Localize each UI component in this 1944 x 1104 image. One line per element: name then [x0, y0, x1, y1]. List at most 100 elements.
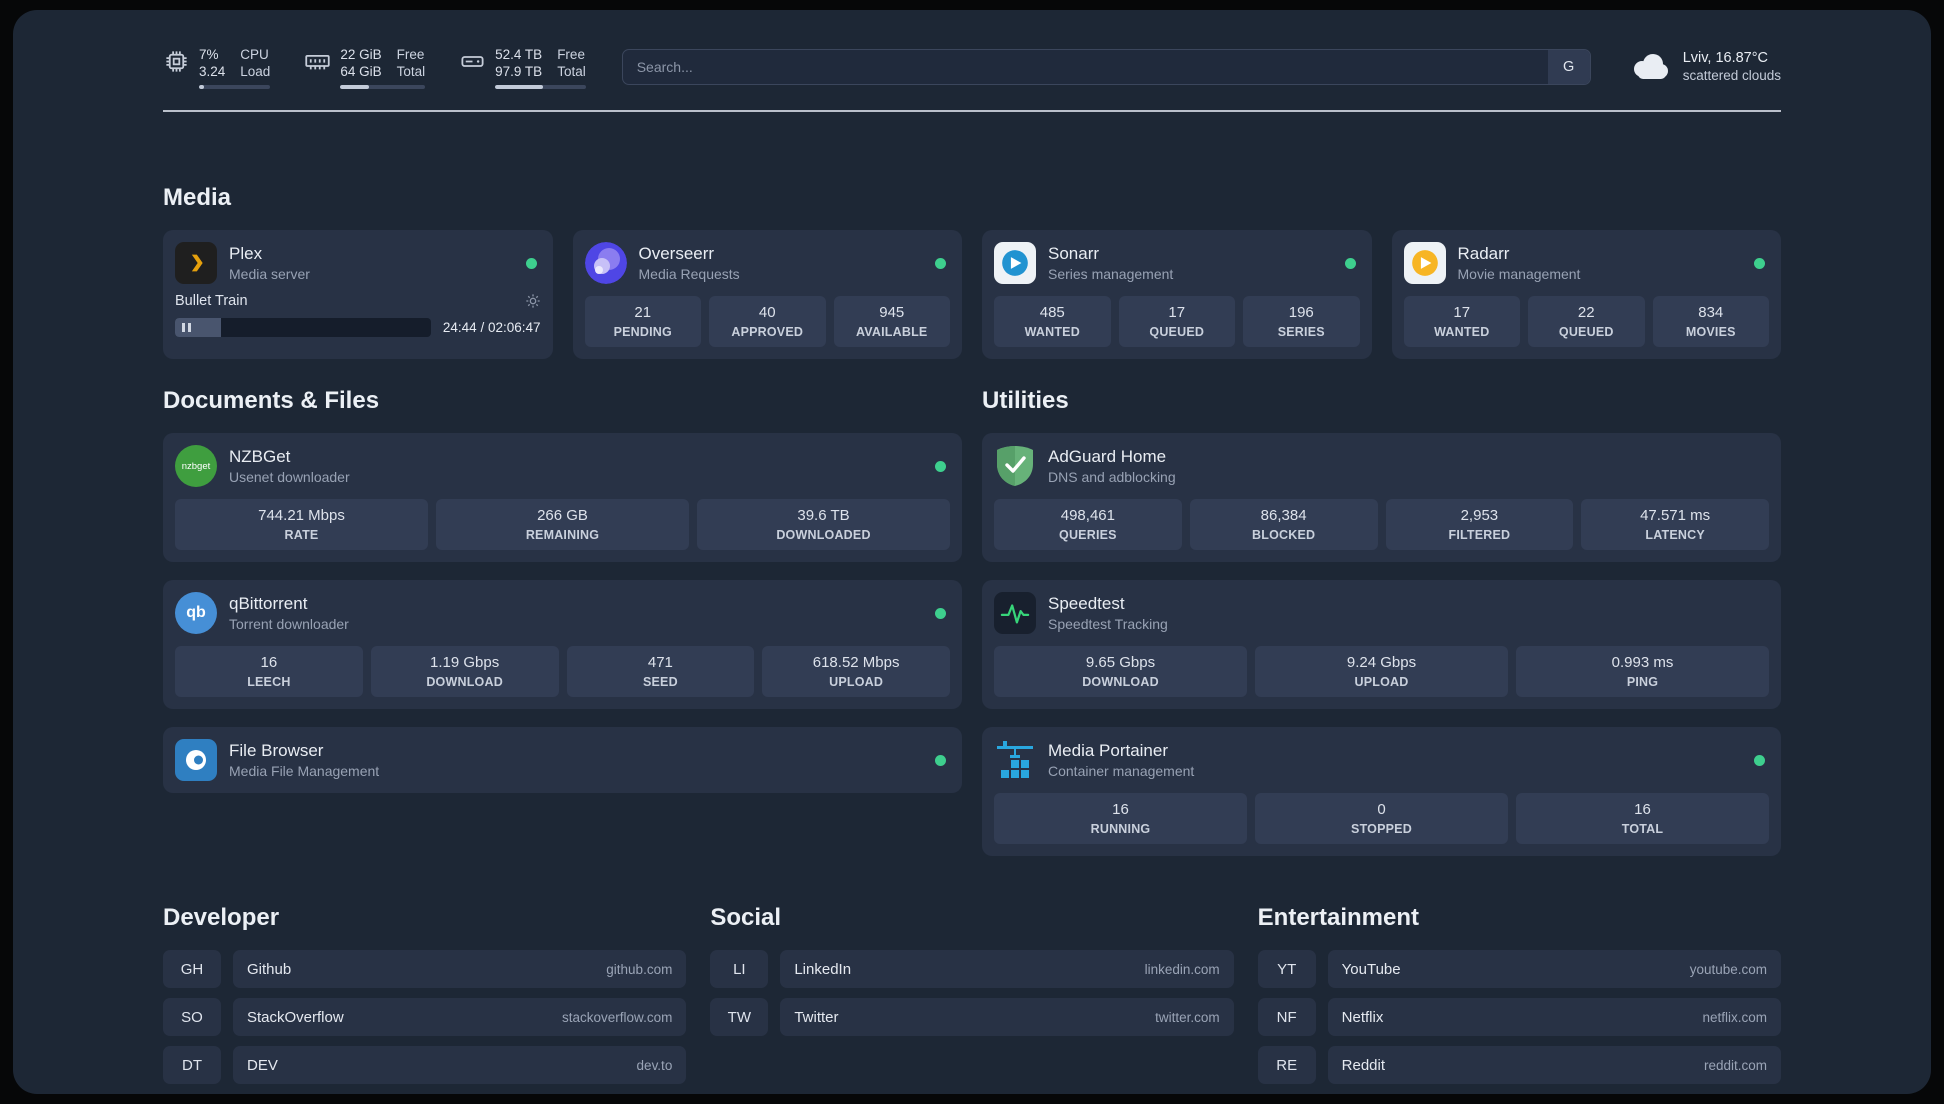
gear-icon[interactable]: [525, 293, 541, 309]
bookmark-stackoverflow[interactable]: SO StackOverflow stackoverflow.com: [163, 998, 687, 1036]
ram-total: 64 GiB: [340, 63, 382, 79]
service-link-qbittorrent[interactable]: qb qBittorrent Torrent downloader: [175, 592, 349, 634]
weather-widget: Lviv, 16.87°C scattered clouds: [1627, 49, 1781, 85]
stat-box: 16 TOTAL: [1516, 793, 1769, 844]
service-desc: Usenet downloader: [229, 469, 350, 485]
service-name: AdGuard Home: [1048, 447, 1167, 466]
disk-free-label: Free: [557, 46, 585, 62]
stat-box: 22 QUEUED: [1528, 296, 1645, 347]
service-link-radarr[interactable]: Radarr Movie management: [1403, 242, 1581, 284]
overseerr-icon: [584, 242, 627, 284]
service-link-overseerr[interactable]: Overseerr Media Requests: [584, 242, 740, 284]
stat-box: 0 STOPPED: [1255, 793, 1508, 844]
service-name: Media Portainer: [1048, 741, 1169, 760]
service-name: Plex: [229, 244, 263, 263]
service-card-qbittorrent: qb qBittorrent Torrent downloader 16 LEE…: [163, 580, 962, 709]
service-link-adguard[interactable]: AdGuard Home DNS and adblocking: [994, 445, 1176, 487]
service-name: File Browser: [229, 741, 324, 760]
service-card-filebrowser: File Browser Media File Management: [163, 727, 962, 793]
service-link-sonarr[interactable]: Sonarr Series management: [994, 242, 1173, 284]
search-input[interactable]: [621, 49, 1591, 85]
section-title-media: Media: [163, 184, 232, 211]
filebrowser-icon: [175, 739, 217, 781]
stat-box: 21 PENDING: [584, 296, 701, 347]
status-dot: [1754, 257, 1765, 269]
media-cards: Plex Media server Bullet Train 24:44 / 0…: [163, 230, 1781, 359]
plex-icon: [175, 242, 217, 284]
disk-icon: [461, 55, 484, 67]
service-desc: Torrent downloader: [229, 616, 349, 632]
dashboard: 7% 3.24 CPU Load 22 GiB 64 GiB Free Tota…: [13, 10, 1931, 1094]
section-title-social: Social: [710, 904, 782, 931]
section-title-utilities: Utilities: [982, 387, 1069, 414]
cpu-label: CPU: [240, 46, 269, 62]
topbar-divider: [163, 110, 1781, 112]
service-desc: DNS and adblocking: [1048, 469, 1176, 485]
service-link-nzbget[interactable]: nzbget NZBGet Usenet downloader: [175, 445, 350, 487]
utilities-column: Utilities AdGuard Home DNS and adblockin…: [982, 387, 1781, 856]
status-dot: [935, 257, 946, 269]
ram-free: 22 GiB: [340, 46, 382, 62]
portainer-icon: [994, 739, 1036, 781]
service-card-nzbget: nzbget NZBGet Usenet downloader 744.21 M…: [163, 433, 962, 562]
resource-monitors: 7% 3.24 CPU Load 22 GiB 64 GiB Free Tota…: [163, 46, 586, 89]
disk-widget: 52.4 TB 97.9 TB Free Total: [459, 46, 586, 89]
weather-location: Lviv, 16.87°C: [1682, 50, 1769, 66]
bookmark-netflix[interactable]: NF Netflix netflix.com: [1257, 998, 1781, 1036]
cpu-progressbar: [199, 84, 271, 89]
disk-total-label: Total: [557, 63, 586, 79]
stat-box: 0.993 ms PING: [1516, 646, 1769, 697]
bookmark-dev[interactable]: DT DEV dev.to: [163, 1046, 687, 1084]
service-name: Radarr: [1457, 244, 1510, 263]
ram-widget: 22 GiB 64 GiB Free Total: [304, 46, 426, 89]
bookmark-youtube[interactable]: YT YouTube youtube.com: [1257, 950, 1781, 988]
playback-progressbar[interactable]: [175, 318, 431, 337]
bookmark-twitter[interactable]: TW Twitter twitter.com: [710, 998, 1234, 1036]
stat-box: 17 QUEUED: [1118, 296, 1235, 347]
service-desc: Series management: [1048, 266, 1174, 282]
stat-box: 196 SERIES: [1243, 296, 1360, 347]
service-card-portainer: Media Portainer Container management 16 …: [982, 727, 1781, 856]
stat-box: 17 WANTED: [1403, 296, 1520, 347]
stat-box: 618.52 Mbps UPLOAD: [762, 646, 950, 697]
bookmark-reddit[interactable]: RE Reddit reddit.com: [1257, 1046, 1781, 1084]
bookmark-github[interactable]: GH Github github.com: [163, 950, 687, 988]
cpu-icon: [166, 50, 187, 72]
sonarr-icon: [994, 242, 1036, 284]
service-card-speedtest: Speedtest Speedtest Tracking 9.65 Gbps D…: [982, 580, 1781, 709]
status-dot: [1344, 257, 1356, 269]
stat-box: 47.571 ms LATENCY: [1581, 499, 1769, 550]
stat-box: 9.65 Gbps DOWNLOAD: [994, 646, 1247, 697]
dashboard-content: 7% 3.24 CPU Load 22 GiB 64 GiB Free Tota…: [13, 10, 1931, 1094]
status-dot: [935, 754, 946, 766]
service-desc: Movie management: [1457, 266, 1581, 282]
service-name: Sonarr: [1048, 244, 1100, 263]
service-link-speedtest[interactable]: Speedtest Speedtest Tracking: [994, 592, 1168, 634]
stat-box: 2,953 FILTERED: [1385, 499, 1574, 550]
status-dot: [935, 460, 946, 472]
search-engine-button[interactable]: G: [1547, 50, 1590, 84]
service-desc: Media server: [229, 266, 310, 282]
now-playing-title: Bullet Train: [175, 293, 248, 309]
bookmarks-entertainment: Entertainment YT YouTube youtube.com NF …: [1257, 904, 1781, 1094]
service-name: qBittorrent: [229, 594, 308, 613]
radarr-icon: [1403, 242, 1446, 284]
documents-column: Documents & Files nzbget NZBGet Usenet d…: [163, 387, 962, 793]
stat-box: 834 MOVIES: [1652, 296, 1769, 347]
service-card-plex: Plex Media server Bullet Train 24:44 / 0…: [163, 230, 553, 359]
stat-box: 39.6 TB DOWNLOADED: [697, 499, 950, 550]
cpu-load-label: Load: [240, 63, 271, 79]
ram-icon: [305, 54, 330, 69]
ram-free-label: Free: [396, 46, 425, 62]
plex-now-playing: Bullet Train 24:44 / 02:06:47: [175, 293, 541, 337]
stat-box: 1.19 Gbps DOWNLOAD: [370, 646, 559, 697]
cpu-load: 3.24: [199, 63, 226, 79]
cpu-widget: 7% 3.24 CPU Load: [163, 46, 271, 89]
service-link-plex[interactable]: Plex Media server: [175, 242, 310, 284]
service-link-portainer[interactable]: Media Portainer Container management: [994, 739, 1194, 781]
nzbget-icon: nzbget: [175, 445, 217, 487]
stat-box: 9.24 Gbps UPLOAD: [1255, 646, 1508, 697]
service-link-filebrowser[interactable]: File Browser Media File Management: [175, 739, 379, 781]
bookmark-linkedin[interactable]: LI LinkedIn linkedin.com: [710, 950, 1234, 988]
disk-total: 97.9 TB: [495, 63, 543, 79]
